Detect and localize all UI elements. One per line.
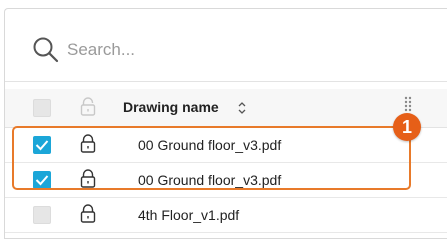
search-icon [33,37,59,63]
step-badge: 1 [393,113,421,141]
search-input[interactable] [67,38,367,62]
select-all-checkbox[interactable] [33,99,51,117]
sort-icon[interactable] [237,101,247,115]
drawing-list-panel: Drawing name 00 Ground floor_v3.pdf [4,8,447,239]
table-header: Drawing name [5,89,447,128]
search-bar [5,9,447,82]
table-row[interactable]: 4th Floor_v1.pdf [5,198,447,233]
lock-icon[interactable] [79,204,97,224]
column-header-drawing-name[interactable]: Drawing name [123,99,219,115]
selection-highlight [12,126,411,190]
drawing-name: 4th Floor_v1.pdf [138,207,240,223]
row-checkbox[interactable] [33,206,51,224]
lock-icon[interactable] [79,97,97,117]
drag-handle-icon[interactable] [403,95,413,113]
